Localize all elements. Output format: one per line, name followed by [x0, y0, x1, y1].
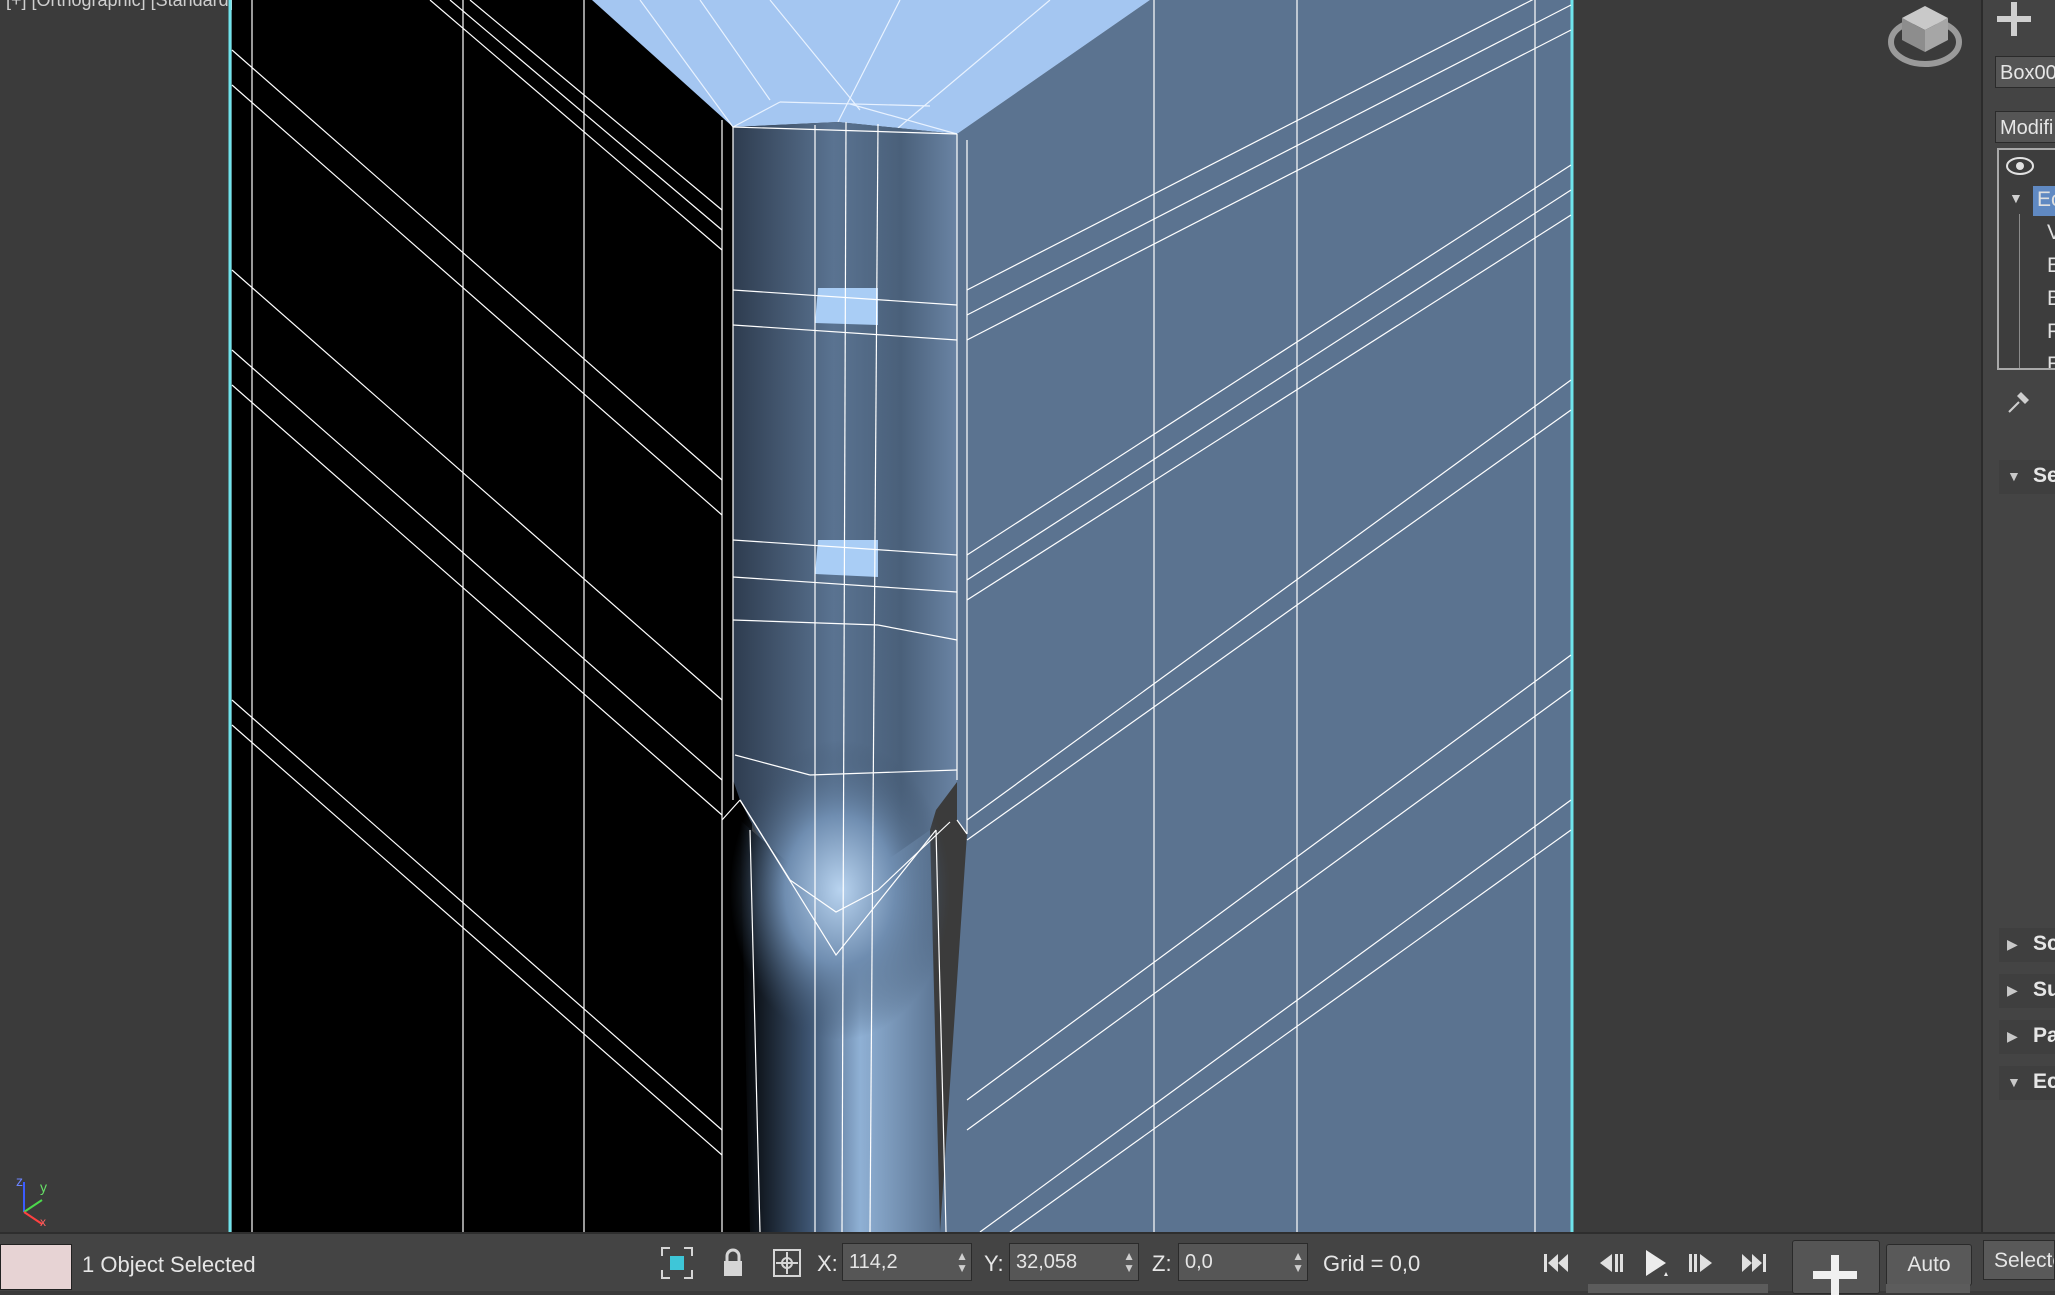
- axis-tripod-icon: z y x: [16, 1173, 47, 1226]
- spinner-icon[interactable]: ▲ ▼: [956, 1250, 968, 1274]
- selection-set-dropdown[interactable]: Selecte: [1983, 1240, 2055, 1280]
- scene-geometry[interactable]: [0, 0, 1981, 1232]
- modifier-list-dropdown[interactable]: Modifi: [1995, 111, 2055, 143]
- set-key-button[interactable]: [1792, 1240, 1880, 1295]
- rollout-soft-selection[interactable]: ▶ Sc: [1999, 928, 2055, 962]
- rollout-collapsed-icon: ▶: [2007, 936, 2018, 952]
- stack-item-edge[interactable]: E: [2047, 254, 2055, 278]
- play-icon[interactable]: [1638, 1246, 1672, 1280]
- stack-item-vertex[interactable]: V: [2047, 221, 2055, 245]
- spinner-icon[interactable]: ▲ ▼: [1292, 1250, 1304, 1274]
- viewport[interactable]: [+] [Orthographic] [Standard] [Edged Fac…: [0, 0, 1981, 1232]
- column-highlight-1: [815, 288, 878, 325]
- stack-item-border[interactable]: B: [2047, 287, 2055, 311]
- object-color-swatch[interactable]: [0, 1244, 72, 1290]
- y-value: 32,058: [1016, 1251, 1078, 1273]
- x-label: X:: [817, 1251, 838, 1276]
- auto-key-button[interactable]: Auto: [1886, 1244, 1972, 1286]
- svg-text:x: x: [40, 1215, 46, 1226]
- object-name-field[interactable]: Box00: [1995, 56, 2055, 88]
- key-filters-strip[interactable]: [1886, 1284, 1970, 1293]
- rollout-selection[interactable]: ▼ Se: [1999, 460, 2055, 494]
- y-label: Y:: [984, 1251, 1004, 1276]
- next-frame-icon[interactable]: [1684, 1246, 1718, 1280]
- rollout-subdivision[interactable]: ▶ Su: [1999, 974, 2055, 1008]
- create-plus-icon[interactable]: [1997, 2, 2031, 36]
- modifier-stack[interactable]: ▼ Ec V E B P E: [1997, 148, 2055, 370]
- command-panel[interactable]: Box00 Modifi ▼ Ec V E B P E ▼ Se ▶ Sc ▶ …: [1981, 0, 2055, 1232]
- rollout-edit-geometry[interactable]: ▼ Ec: [1999, 1066, 2055, 1100]
- z-coordinate-field[interactable]: 0,0 ▲ ▼: [1178, 1243, 1308, 1281]
- rollout-expanded-icon: ▼: [2007, 1074, 2021, 1090]
- stack-item-polygon[interactable]: P: [2047, 320, 2055, 344]
- z-value: 0,0: [1185, 1251, 1213, 1273]
- viewcube-icon[interactable]: [1884, 2, 1966, 72]
- svg-text:y: y: [40, 1179, 47, 1195]
- isolate-selection-icon[interactable]: [660, 1246, 694, 1280]
- stack-item-element[interactable]: E: [2047, 353, 2055, 368]
- y-coordinate-field[interactable]: 32,058 ▲ ▼: [1009, 1243, 1139, 1281]
- x-coordinate-field[interactable]: 114,2 ▲ ▼: [842, 1243, 972, 1281]
- selection-count: 1 Object Selected: [82, 1252, 256, 1277]
- corner-glow: [730, 740, 950, 1040]
- key-plus-icon: [1813, 1255, 1857, 1295]
- lock-selection-icon[interactable]: [716, 1246, 750, 1280]
- go-to-end-icon[interactable]: [1736, 1246, 1770, 1280]
- expand-triangle-icon[interactable]: ▼: [2009, 190, 2023, 206]
- left-face: [232, 0, 752, 1232]
- rollout-collapsed-icon: ▶: [2007, 1028, 2018, 1044]
- absolute-mode-icon[interactable]: [770, 1246, 804, 1280]
- go-to-start-icon[interactable]: [1540, 1246, 1574, 1280]
- rollout-collapsed-icon: ▶: [2007, 982, 2018, 998]
- time-slider-strip[interactable]: [1588, 1284, 1768, 1293]
- svg-text:z: z: [16, 1173, 23, 1189]
- status-bar: 1 Object Selected X: 114,2 ▲ ▼ Y: 32,058 …: [0, 1232, 2055, 1295]
- stack-item-edit-poly[interactable]: Ec: [2037, 188, 2055, 212]
- x-value: 114,2: [849, 1251, 898, 1273]
- z-label: Z:: [1152, 1251, 1172, 1276]
- rollout-expanded-icon: ▼: [2007, 468, 2021, 484]
- pin-stack-icon[interactable]: [2005, 388, 2033, 416]
- grid-readout: Grid = 0,0: [1323, 1251, 1421, 1276]
- rollout-paint-deformation[interactable]: ▶ Pa: [1999, 1020, 2055, 1054]
- eye-icon[interactable]: [2005, 156, 2035, 176]
- spinner-icon[interactable]: ▲ ▼: [1123, 1250, 1135, 1274]
- right-face: [940, 0, 1571, 1232]
- previous-frame-icon[interactable]: [1594, 1246, 1628, 1280]
- stack-tree-line: [2019, 214, 2020, 368]
